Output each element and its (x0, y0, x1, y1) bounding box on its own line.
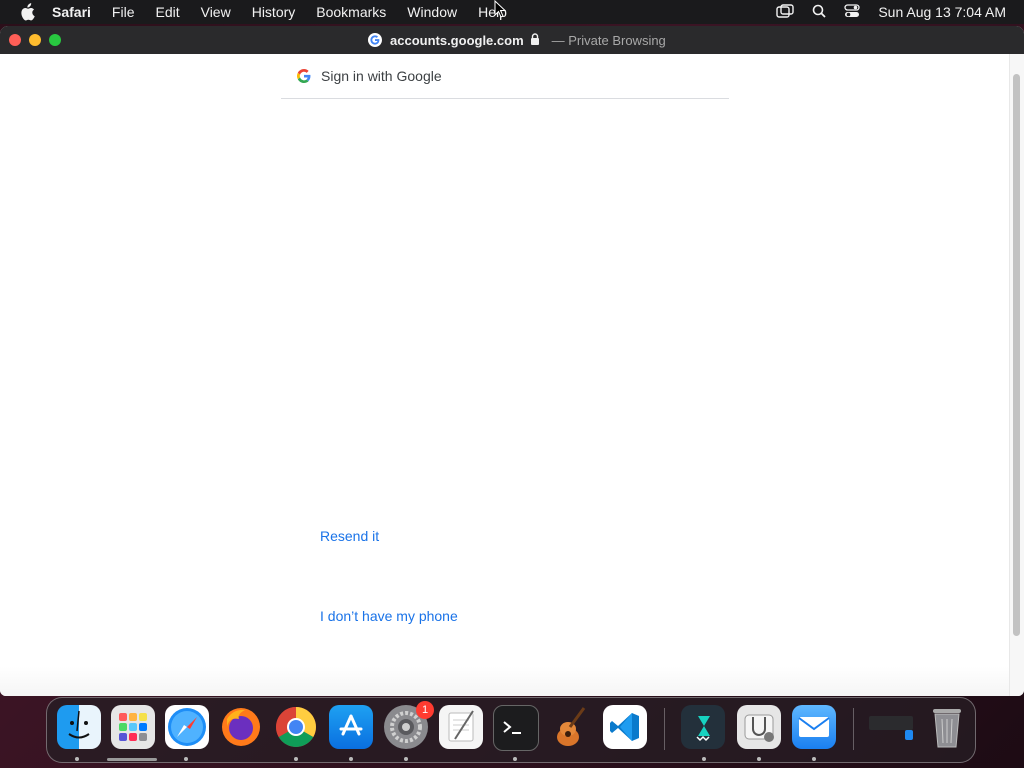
finder-icon[interactable] (57, 705, 101, 749)
terminal-icon[interactable] (493, 705, 539, 751)
trash-icon[interactable] (925, 705, 969, 749)
vscode-icon[interactable] (603, 705, 647, 749)
menu-clock[interactable]: Sun Aug 13 7:04 AM (878, 4, 1006, 20)
chrome-icon[interactable] (274, 705, 318, 749)
textedit-icon[interactable] (439, 705, 483, 749)
close-window-button[interactable] (9, 34, 21, 46)
menu-history[interactable]: History (252, 4, 296, 20)
site-favicon-icon (368, 33, 382, 47)
garageband-icon[interactable] (548, 705, 592, 749)
minimize-window-button[interactable] (29, 34, 41, 46)
menu-window[interactable]: Window (407, 4, 457, 20)
safari-running-dot (184, 757, 188, 761)
private-browsing-label: — Private Browsing (551, 32, 666, 48)
dock-separator-2 (853, 708, 854, 750)
web-page: Sign in with Google Resend it I don’t ha… (0, 54, 1010, 696)
menu-app-name[interactable]: Safari (52, 4, 91, 20)
resend-link[interactable]: Resend it (320, 528, 379, 544)
safari-icon[interactable] (165, 705, 209, 749)
browser-window: accounts.google.com — Private Browsing S… (0, 26, 1024, 696)
settings-notification-badge: 1 (416, 701, 434, 719)
page-bottom-fade (0, 666, 1010, 696)
disk-utility-running-dot (757, 757, 761, 761)
google-logo-icon (297, 69, 311, 83)
menu-bookmarks[interactable]: Bookmarks (316, 4, 386, 20)
wondershare-filmora-icon[interactable] (681, 705, 725, 749)
finder-running-dot (75, 757, 79, 761)
mouse-cursor-icon (494, 0, 507, 23)
menu-bar: Safari File Edit View History Bookmarks … (0, 0, 1024, 24)
address-bar[interactable]: accounts.google.com — Private Browsing (368, 26, 666, 54)
title-bar: accounts.google.com — Private Browsing (0, 26, 1024, 54)
app-store-icon[interactable] (329, 705, 373, 749)
launchpad-indicator (107, 758, 157, 761)
url-text: accounts.google.com (390, 32, 524, 48)
control-center-icon[interactable] (844, 3, 860, 21)
apple-menu-icon[interactable] (16, 3, 38, 21)
launchpad-icon[interactable] (111, 705, 155, 749)
menu-view[interactable]: View (201, 4, 231, 20)
terminal-running-dot (513, 757, 517, 761)
signin-header-label: Sign in with Google (321, 68, 442, 84)
no-phone-link[interactable]: I don’t have my phone (320, 608, 458, 624)
filmora-running-dot (702, 757, 706, 761)
dock-separator (664, 708, 665, 750)
mail-running-dot (812, 757, 816, 761)
lock-icon (530, 32, 540, 48)
fullscreen-window-button[interactable] (49, 34, 61, 46)
settings-running-dot (404, 757, 408, 761)
disk-utility-icon[interactable] (737, 705, 781, 749)
menu-edit[interactable]: Edit (155, 4, 179, 20)
app-store-running-dot (349, 757, 353, 761)
firefox-icon[interactable] (219, 705, 263, 749)
signin-header: Sign in with Google (281, 54, 729, 99)
screen-mirroring-icon[interactable] (776, 3, 795, 21)
spotlight-search-icon[interactable] (812, 4, 826, 21)
menu-file[interactable]: File (112, 4, 135, 20)
chrome-running-dot (294, 757, 298, 761)
mail-icon[interactable] (792, 705, 836, 749)
scrollbar-thumb[interactable] (1013, 74, 1020, 636)
recent-window-icon[interactable] (869, 705, 913, 749)
vertical-scrollbar[interactable] (1009, 54, 1024, 696)
dock: 1 (46, 697, 976, 763)
